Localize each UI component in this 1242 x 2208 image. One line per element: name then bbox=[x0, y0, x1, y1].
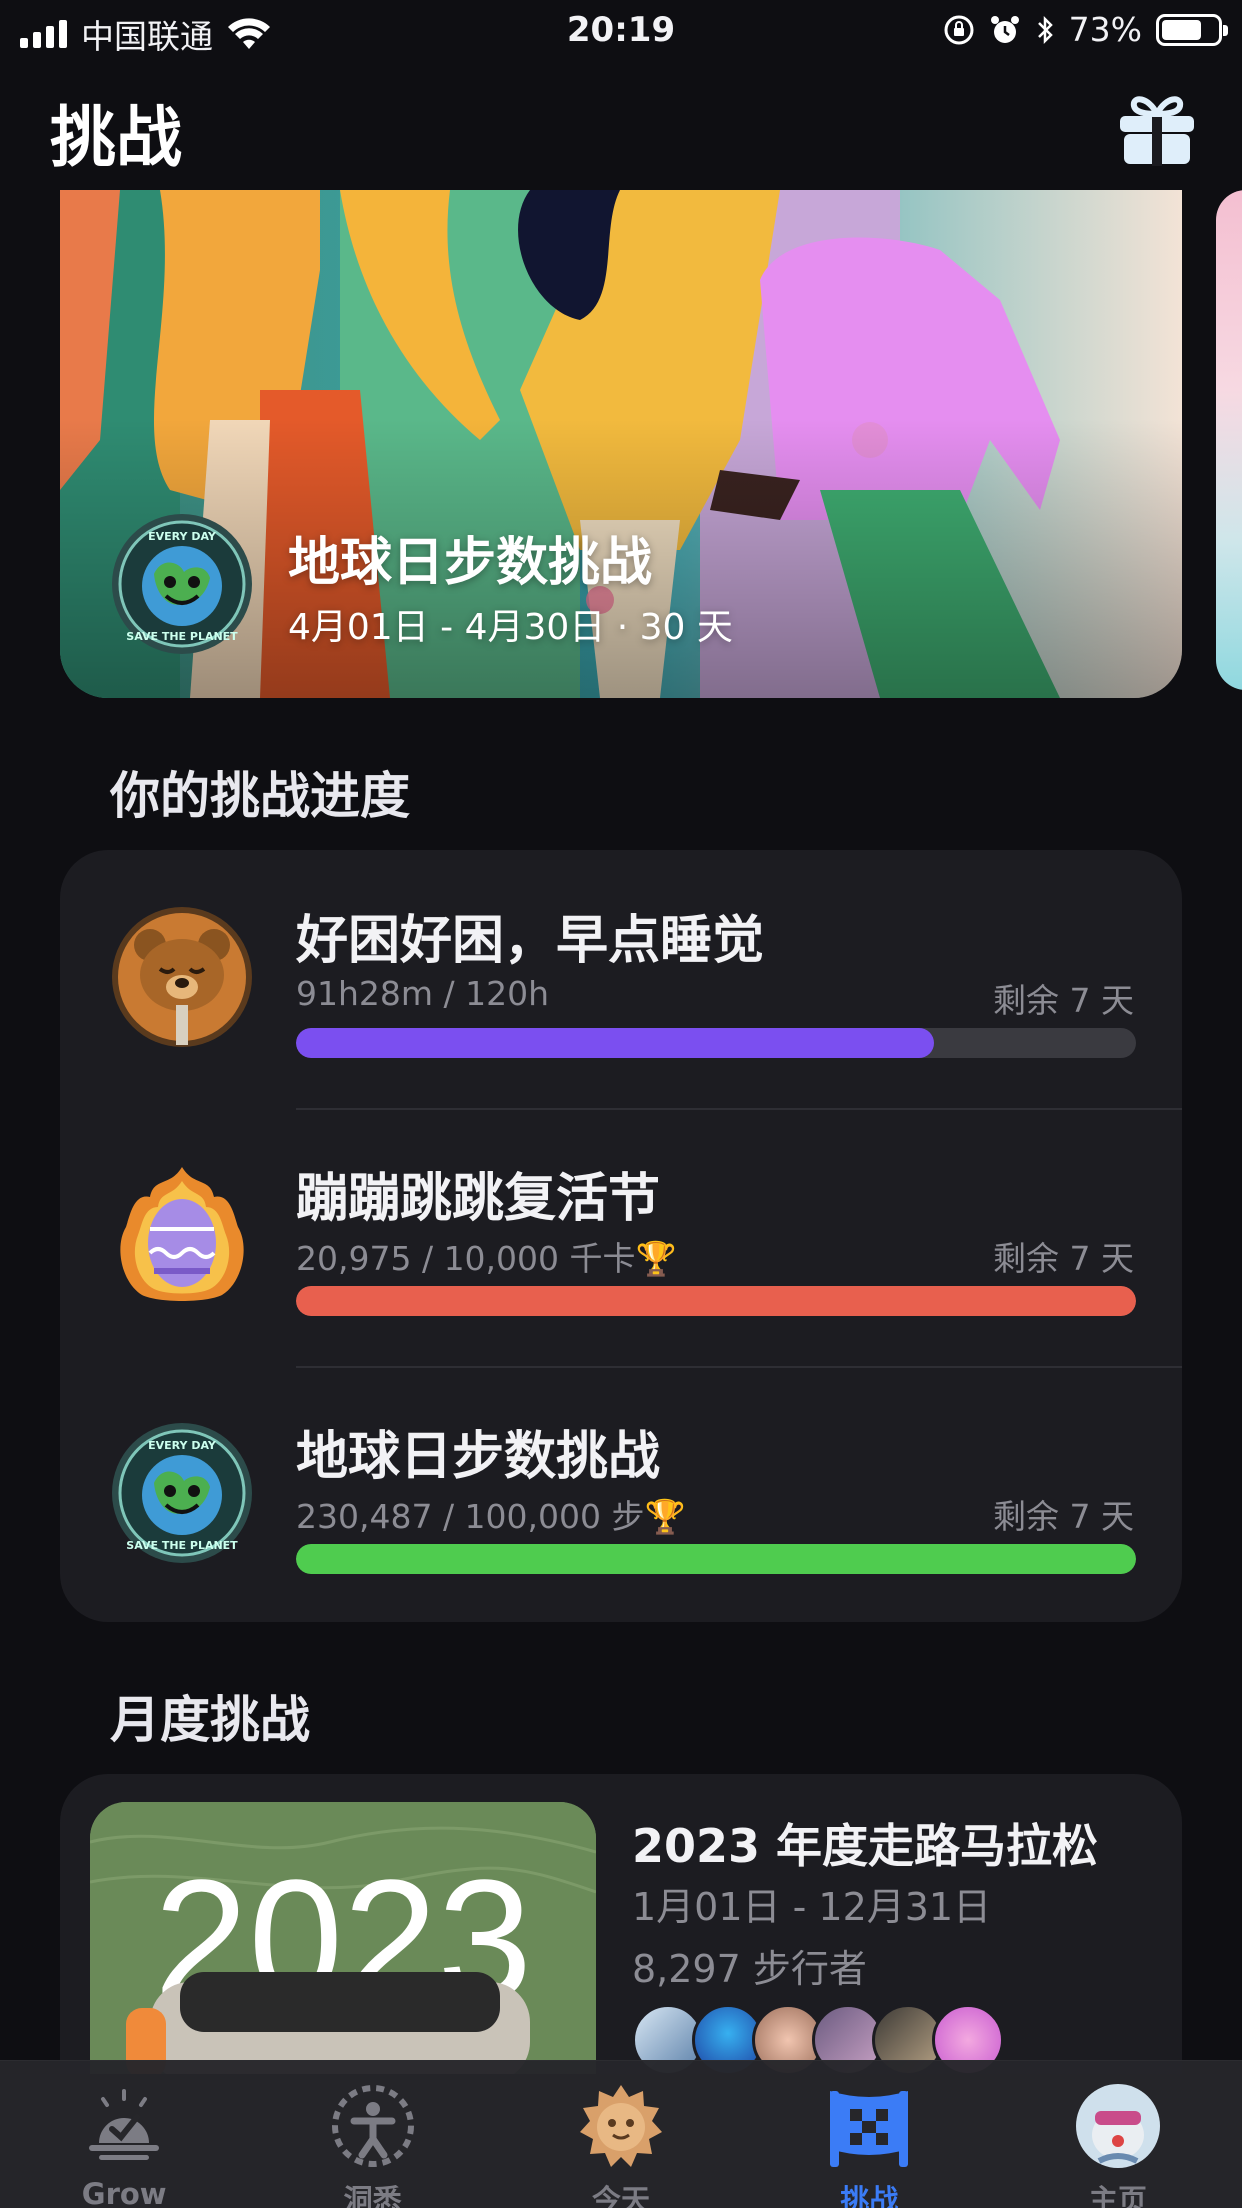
easter-egg-badge-icon bbox=[120, 1167, 244, 1301]
rotation-lock-icon bbox=[944, 15, 974, 44]
monthly-challenge-title: 2023 年度走路马拉松 bbox=[632, 1819, 1099, 1873]
progress-track bbox=[296, 1544, 1136, 1574]
challenge-row-sleep[interactable]: 好困好困，早点睡觉 91h28m / 120h 剩余 7 天 bbox=[60, 850, 1182, 1108]
challenge-progress-value: 20,975 / 10,000 千卡🏆 bbox=[296, 1239, 677, 1278]
page-title: 挑战 bbox=[50, 99, 182, 176]
svg-text:EVERY DAY: EVERY DAY bbox=[148, 530, 217, 543]
progress-bar bbox=[296, 1028, 935, 1058]
tab-challenge[interactable]: 挑战 bbox=[745, 2061, 993, 2208]
svg-text:EVERY DAY: EVERY DAY bbox=[148, 1439, 217, 1452]
tab-label: 挑战 bbox=[840, 2183, 899, 2208]
tab-label: Grow bbox=[81, 2177, 167, 2208]
challenge-remaining: 剩余 7 天 bbox=[993, 1239, 1134, 1278]
grow-icon bbox=[89, 2089, 160, 2160]
challenge-remaining: 剩余 7 天 bbox=[993, 981, 1134, 1020]
gift-icon[interactable] bbox=[1118, 92, 1196, 166]
alarm-icon bbox=[990, 15, 1019, 43]
monthly-section-heading: 月度挑战 bbox=[110, 1691, 310, 1749]
battery-percent: 73% bbox=[1068, 10, 1142, 49]
profile-avatar-icon bbox=[1075, 2084, 1160, 2168]
earth-badge-icon: EVERY DAY SAVE THE PLANET bbox=[112, 1423, 252, 1563]
featured-challenge-dates: 4月01日 - 4月30日 · 30 天 bbox=[288, 607, 733, 648]
tab-label: 洞悉 bbox=[343, 2183, 402, 2208]
challenge-row-easter[interactable]: 蹦蹦跳跳复活节 20,975 / 10,000 千卡🏆 剩余 7 天 bbox=[60, 1108, 1182, 1366]
monthly-challenge-participants: 8,297 步行者 bbox=[632, 1947, 867, 1991]
monthly-challenge-thumbnail: 2023 bbox=[90, 1802, 596, 2074]
tab-profile[interactable]: 主页 bbox=[994, 2061, 1242, 2208]
thumbnail-illustration: 2023 bbox=[90, 1802, 596, 2074]
bear-badge-icon bbox=[112, 907, 252, 1047]
next-featured-card-peek[interactable] bbox=[1216, 190, 1242, 690]
monthly-challenge-dates: 1月01日 - 12月31日 bbox=[632, 1885, 992, 1929]
challenge-title: 地球日步数挑战 bbox=[296, 1427, 661, 1487]
progress-track bbox=[296, 1028, 1136, 1058]
status-bar: 中国联通 20:19 73% bbox=[0, 0, 1242, 62]
challenge-flag-icon bbox=[830, 2091, 909, 2167]
featured-challenge-title: 地球日步数挑战 bbox=[288, 533, 653, 593]
svg-text:SAVE THE PLANET: SAVE THE PLANET bbox=[126, 1539, 238, 1552]
tab-label: 主页 bbox=[1088, 2183, 1147, 2208]
insight-icon bbox=[331, 2085, 414, 2167]
tab-grow[interactable]: Grow bbox=[0, 2061, 248, 2208]
challenge-remaining: 剩余 7 天 bbox=[993, 1497, 1134, 1536]
progress-track bbox=[296, 1286, 1136, 1316]
challenge-progress-value: 91h28m / 120h bbox=[296, 974, 550, 1013]
challenge-title: 蹦蹦跳跳复活节 bbox=[296, 1169, 661, 1229]
progress-bar bbox=[296, 1544, 1136, 1574]
challenge-row-earth[interactable]: EVERY DAY SAVE THE PLANET 地球日步数挑战 230,48… bbox=[60, 1366, 1182, 1624]
progress-bar bbox=[296, 1286, 1136, 1316]
challenge-title: 好困好困，早点睡觉 bbox=[296, 911, 765, 971]
tab-insight[interactable]: 洞悉 bbox=[248, 2061, 496, 2208]
tab-today[interactable]: 今天 bbox=[497, 2061, 745, 2208]
monthly-challenge-card[interactable]: 2023 2023 年度走路马拉松 1月01日 - 12月31日 8,297 步… bbox=[60, 1774, 1182, 2074]
progress-section-heading: 你的挑战进度 bbox=[110, 767, 410, 825]
tab-label: 今天 bbox=[592, 2183, 651, 2208]
today-icon bbox=[580, 2085, 663, 2167]
challenge-progress-card: 好困好困，早点睡觉 91h28m / 120h 剩余 7 天 蹦蹦跳跳复活节 2… bbox=[60, 850, 1182, 1622]
challenge-progress-value: 230,487 / 100,000 步🏆 bbox=[296, 1497, 686, 1536]
earth-badge-icon: EVERY DAY SAVE THE PLANET bbox=[112, 514, 252, 654]
bluetooth-icon bbox=[1037, 15, 1053, 44]
tab-bar: Grow 洞悉 今天 挑战 主页 bbox=[0, 2060, 1242, 2208]
battery-icon bbox=[1156, 13, 1228, 46]
svg-text:SAVE THE PLANET: SAVE THE PLANET bbox=[126, 630, 238, 643]
